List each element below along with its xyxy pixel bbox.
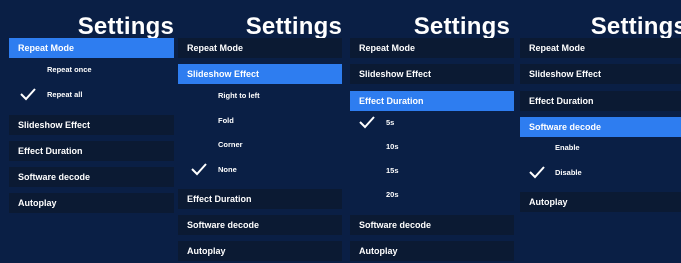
settings-panel-slideshow-effect: Settings Repeat Mode Slideshow Effect Ri… <box>178 0 346 263</box>
menu-item-autoplay[interactable]: Autoplay <box>520 192 681 212</box>
option-15s[interactable]: 15s <box>386 166 399 176</box>
menu-item-slideshow-effect[interactable]: Slideshow Effect <box>178 64 342 84</box>
option-5s[interactable]: 5s <box>386 118 394 128</box>
menu-item-software-decode[interactable]: Software decode <box>520 117 681 137</box>
option-none[interactable]: None <box>218 165 237 175</box>
settings-panel-effect-duration: Settings Repeat Mode Slideshow Effect Ef… <box>346 0 514 263</box>
menu-item-repeat-mode[interactable]: Repeat Mode <box>520 38 681 58</box>
page-title: Settings <box>245 13 342 40</box>
page-title: Settings <box>590 13 681 40</box>
option-corner[interactable]: Corner <box>218 140 243 150</box>
check-icon <box>20 88 36 101</box>
menu-item-software-decode[interactable]: Software decode <box>178 215 342 235</box>
option-repeat-once[interactable]: Repeat once <box>47 65 92 75</box>
option-10s[interactable]: 10s <box>386 142 399 152</box>
menu-item-slideshow-effect[interactable]: Slideshow Effect <box>9 115 174 135</box>
page-title: Settings <box>77 13 174 40</box>
menu-item-effect-duration[interactable]: Effect Duration <box>9 141 174 161</box>
option-enable[interactable]: Enable <box>555 143 580 153</box>
menu-item-repeat-mode[interactable]: Repeat Mode <box>350 38 514 58</box>
menu-item-software-decode[interactable]: Software decode <box>350 215 514 235</box>
menu-item-effect-duration[interactable]: Effect Duration <box>350 91 514 111</box>
menu-item-autoplay[interactable]: Autoplay <box>350 241 514 261</box>
option-fold[interactable]: Fold <box>218 116 234 126</box>
menu-item-effect-duration[interactable]: Effect Duration <box>520 91 681 111</box>
option-disable[interactable]: Disable <box>555 168 582 178</box>
menu-item-slideshow-effect[interactable]: Slideshow Effect <box>350 64 514 84</box>
menu-item-repeat-mode[interactable]: Repeat Mode <box>9 38 174 58</box>
menu-item-autoplay[interactable]: Autoplay <box>178 241 342 261</box>
settings-panel-software-decode: Settings Repeat Mode Slideshow Effect Ef… <box>514 0 681 263</box>
check-icon <box>191 163 207 176</box>
option-repeat-all[interactable]: Repeat all <box>47 90 82 100</box>
menu-item-software-decode[interactable]: Software decode <box>9 167 174 187</box>
menu-item-autoplay[interactable]: Autoplay <box>9 193 174 213</box>
menu-item-repeat-mode[interactable]: Repeat Mode <box>178 38 342 58</box>
option-20s[interactable]: 20s <box>386 190 399 200</box>
option-right-to-left[interactable]: Right to left <box>218 91 260 101</box>
menu-item-effect-duration[interactable]: Effect Duration <box>178 189 342 209</box>
menu-item-slideshow-effect[interactable]: Slideshow Effect <box>520 64 681 84</box>
page-title: Settings <box>413 13 510 40</box>
check-icon <box>529 166 545 179</box>
settings-panel-repeat-mode: Settings Repeat Mode Repeat once Repeat … <box>0 0 178 263</box>
check-icon <box>359 116 375 129</box>
